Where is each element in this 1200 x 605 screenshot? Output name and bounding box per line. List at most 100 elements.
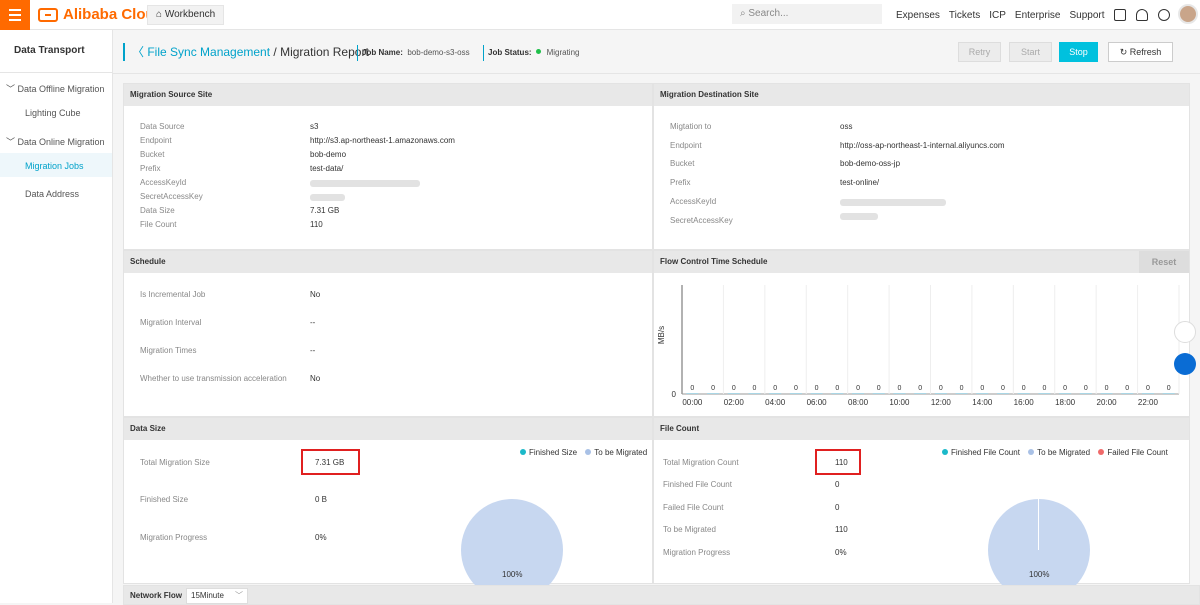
interval-value: 15Minute: [191, 591, 224, 600]
bar: [789, 393, 802, 394]
search-input[interactable]: ⌕ Search...: [732, 4, 882, 24]
menu-icon[interactable]: [0, 0, 30, 30]
search-placeholder: Search...: [748, 8, 789, 19]
destination-value: http://oss-ap-northeast-1-internal.aliyu…: [840, 141, 1005, 150]
refresh-label: Refresh: [1129, 47, 1162, 57]
nav-tickets[interactable]: Tickets: [949, 10, 980, 21]
bar: [1162, 393, 1175, 394]
y-tick-label: 0: [672, 390, 677, 399]
data-label: 0: [1105, 385, 1109, 392]
legend-item[interactable]: To be Migrated: [594, 448, 647, 457]
data-size-label: Migration Progress: [140, 533, 208, 542]
sidebar-item-label: Lighting Cube: [25, 108, 81, 118]
sidebar-divider: [0, 72, 112, 73]
avatar[interactable]: [1178, 4, 1198, 24]
brand-logo[interactable]: Alibaba Cloud: [38, 6, 164, 23]
sidebar-title: Data Transport: [14, 45, 85, 56]
bar: [955, 393, 968, 394]
status-badge: Migrating: [546, 48, 580, 57]
destination-value: bob-demo-oss-jp: [840, 159, 901, 168]
sidebar-group-offline[interactable]: ﹀ Data Offline Migration: [6, 82, 104, 95]
source-panel: Migration Source Site Data Source s3 End…: [123, 83, 653, 250]
destination-label: Prefix: [670, 178, 691, 187]
legend-item[interactable]: Finished Size: [529, 448, 577, 457]
sidebar-item-label: Data Address: [25, 189, 80, 199]
data-size-value: 0%: [315, 533, 327, 542]
destination-label: SecretAccessKey: [670, 216, 733, 225]
start-button[interactable]: Start: [1009, 42, 1052, 62]
x-tick-label: 10:00: [889, 398, 910, 407]
nav-icp[interactable]: ICP: [989, 10, 1006, 21]
interval-select[interactable]: 15Minute ﹀: [186, 588, 248, 604]
bar: [852, 393, 865, 394]
chevron-left-icon: 〈: [132, 45, 148, 59]
data-label: 0: [980, 385, 984, 392]
legend-dot-icon: [942, 449, 948, 455]
refresh-button[interactable]: ↻ Refresh: [1108, 42, 1173, 62]
feedback-icon[interactable]: [1174, 321, 1196, 343]
x-tick-label: 22:00: [1138, 398, 1159, 407]
sidebar: Data Transport ﹀ Data Offline Migration …: [0, 30, 113, 603]
data-label: 0: [1146, 385, 1150, 392]
data-size-label: Finished Size: [140, 495, 189, 504]
bar: [707, 393, 720, 394]
page-title: / Migration Report: [270, 45, 369, 59]
schedule-label: Migration Times: [140, 346, 197, 355]
file-count-label: Migration Progress: [663, 548, 731, 557]
data-label: 0: [960, 385, 964, 392]
sidebar-item-lighting-cube[interactable]: Lighting Cube: [25, 108, 81, 118]
sidebar-item-migration-jobs[interactable]: Migration Jobs: [25, 161, 84, 171]
destination-label: Migtation to: [670, 122, 712, 131]
nav-support[interactable]: Support: [1069, 10, 1104, 21]
stop-button[interactable]: Stop: [1059, 42, 1098, 62]
data-size-panel-title: Data Size: [124, 418, 652, 440]
redacted-value: [840, 213, 878, 220]
schedule-panel: Schedule Is Incremental Job No Migration…: [123, 250, 653, 417]
schedule-value: --: [310, 346, 316, 355]
retry-button[interactable]: Retry: [958, 42, 1001, 62]
legend-item[interactable]: To be Migrated: [1037, 448, 1090, 457]
legend-item[interactable]: Failed File Count: [1107, 448, 1167, 457]
file-count-value: 0: [835, 480, 840, 489]
flow-control-panel: Flow Control Time Schedule Reset MB/s 0 0 0…: [653, 250, 1190, 417]
data-label: 0: [939, 385, 943, 392]
workbench-button[interactable]: ⌂ Workbench: [147, 5, 225, 25]
bell-icon[interactable]: [1135, 9, 1148, 21]
data-label: 0: [918, 385, 922, 392]
reset-button[interactable]: Reset: [1139, 251, 1189, 273]
schedule-value: No: [310, 290, 321, 299]
data-label: 0: [815, 385, 819, 392]
source-label: AccessKeyId: [140, 178, 187, 187]
redacted-value: [840, 199, 946, 206]
legend-item[interactable]: Finished File Count: [951, 448, 1020, 457]
bar: [1079, 393, 1092, 394]
bar: [872, 393, 885, 394]
redacted-value: [310, 194, 345, 201]
source-value: test-data/: [310, 164, 344, 173]
job-status-label: Job Status:: [488, 48, 532, 57]
pie-label: 100%: [1029, 570, 1050, 579]
destination-label: AccessKeyId: [670, 197, 717, 206]
message-icon[interactable]: [1113, 9, 1126, 21]
apps-grid-icon[interactable]: [1174, 353, 1196, 375]
help-icon[interactable]: [1157, 9, 1170, 21]
sidebar-item-data-address[interactable]: Data Address: [25, 189, 79, 199]
source-label: File Count: [140, 220, 177, 229]
back-link[interactable]: 〈 File Sync Management: [132, 45, 270, 59]
job-name-label: Job Name:: [362, 48, 403, 57]
nav-enterprise[interactable]: Enterprise: [1015, 10, 1061, 21]
x-tick-label: 00:00: [682, 398, 703, 407]
job-name-value: bob-demo-s3-oss: [407, 48, 470, 57]
legend-dot-icon: [520, 449, 526, 455]
redacted-value: [310, 180, 420, 187]
schedule-label: Is Incremental Job: [140, 290, 206, 299]
bar: [748, 393, 761, 394]
bar: [1141, 393, 1154, 394]
data-label: 0: [690, 385, 694, 392]
chevron-down-icon: ﹀: [6, 137, 18, 147]
sidebar-group-online[interactable]: ﹀ Data Online Migration: [6, 135, 105, 148]
nav-expenses[interactable]: Expenses: [896, 10, 940, 21]
file-count-legend: Finished File Count To be Migrated Faile…: [936, 448, 1168, 457]
source-value: 7.31 GB: [310, 206, 340, 215]
source-value: s3: [310, 122, 319, 131]
